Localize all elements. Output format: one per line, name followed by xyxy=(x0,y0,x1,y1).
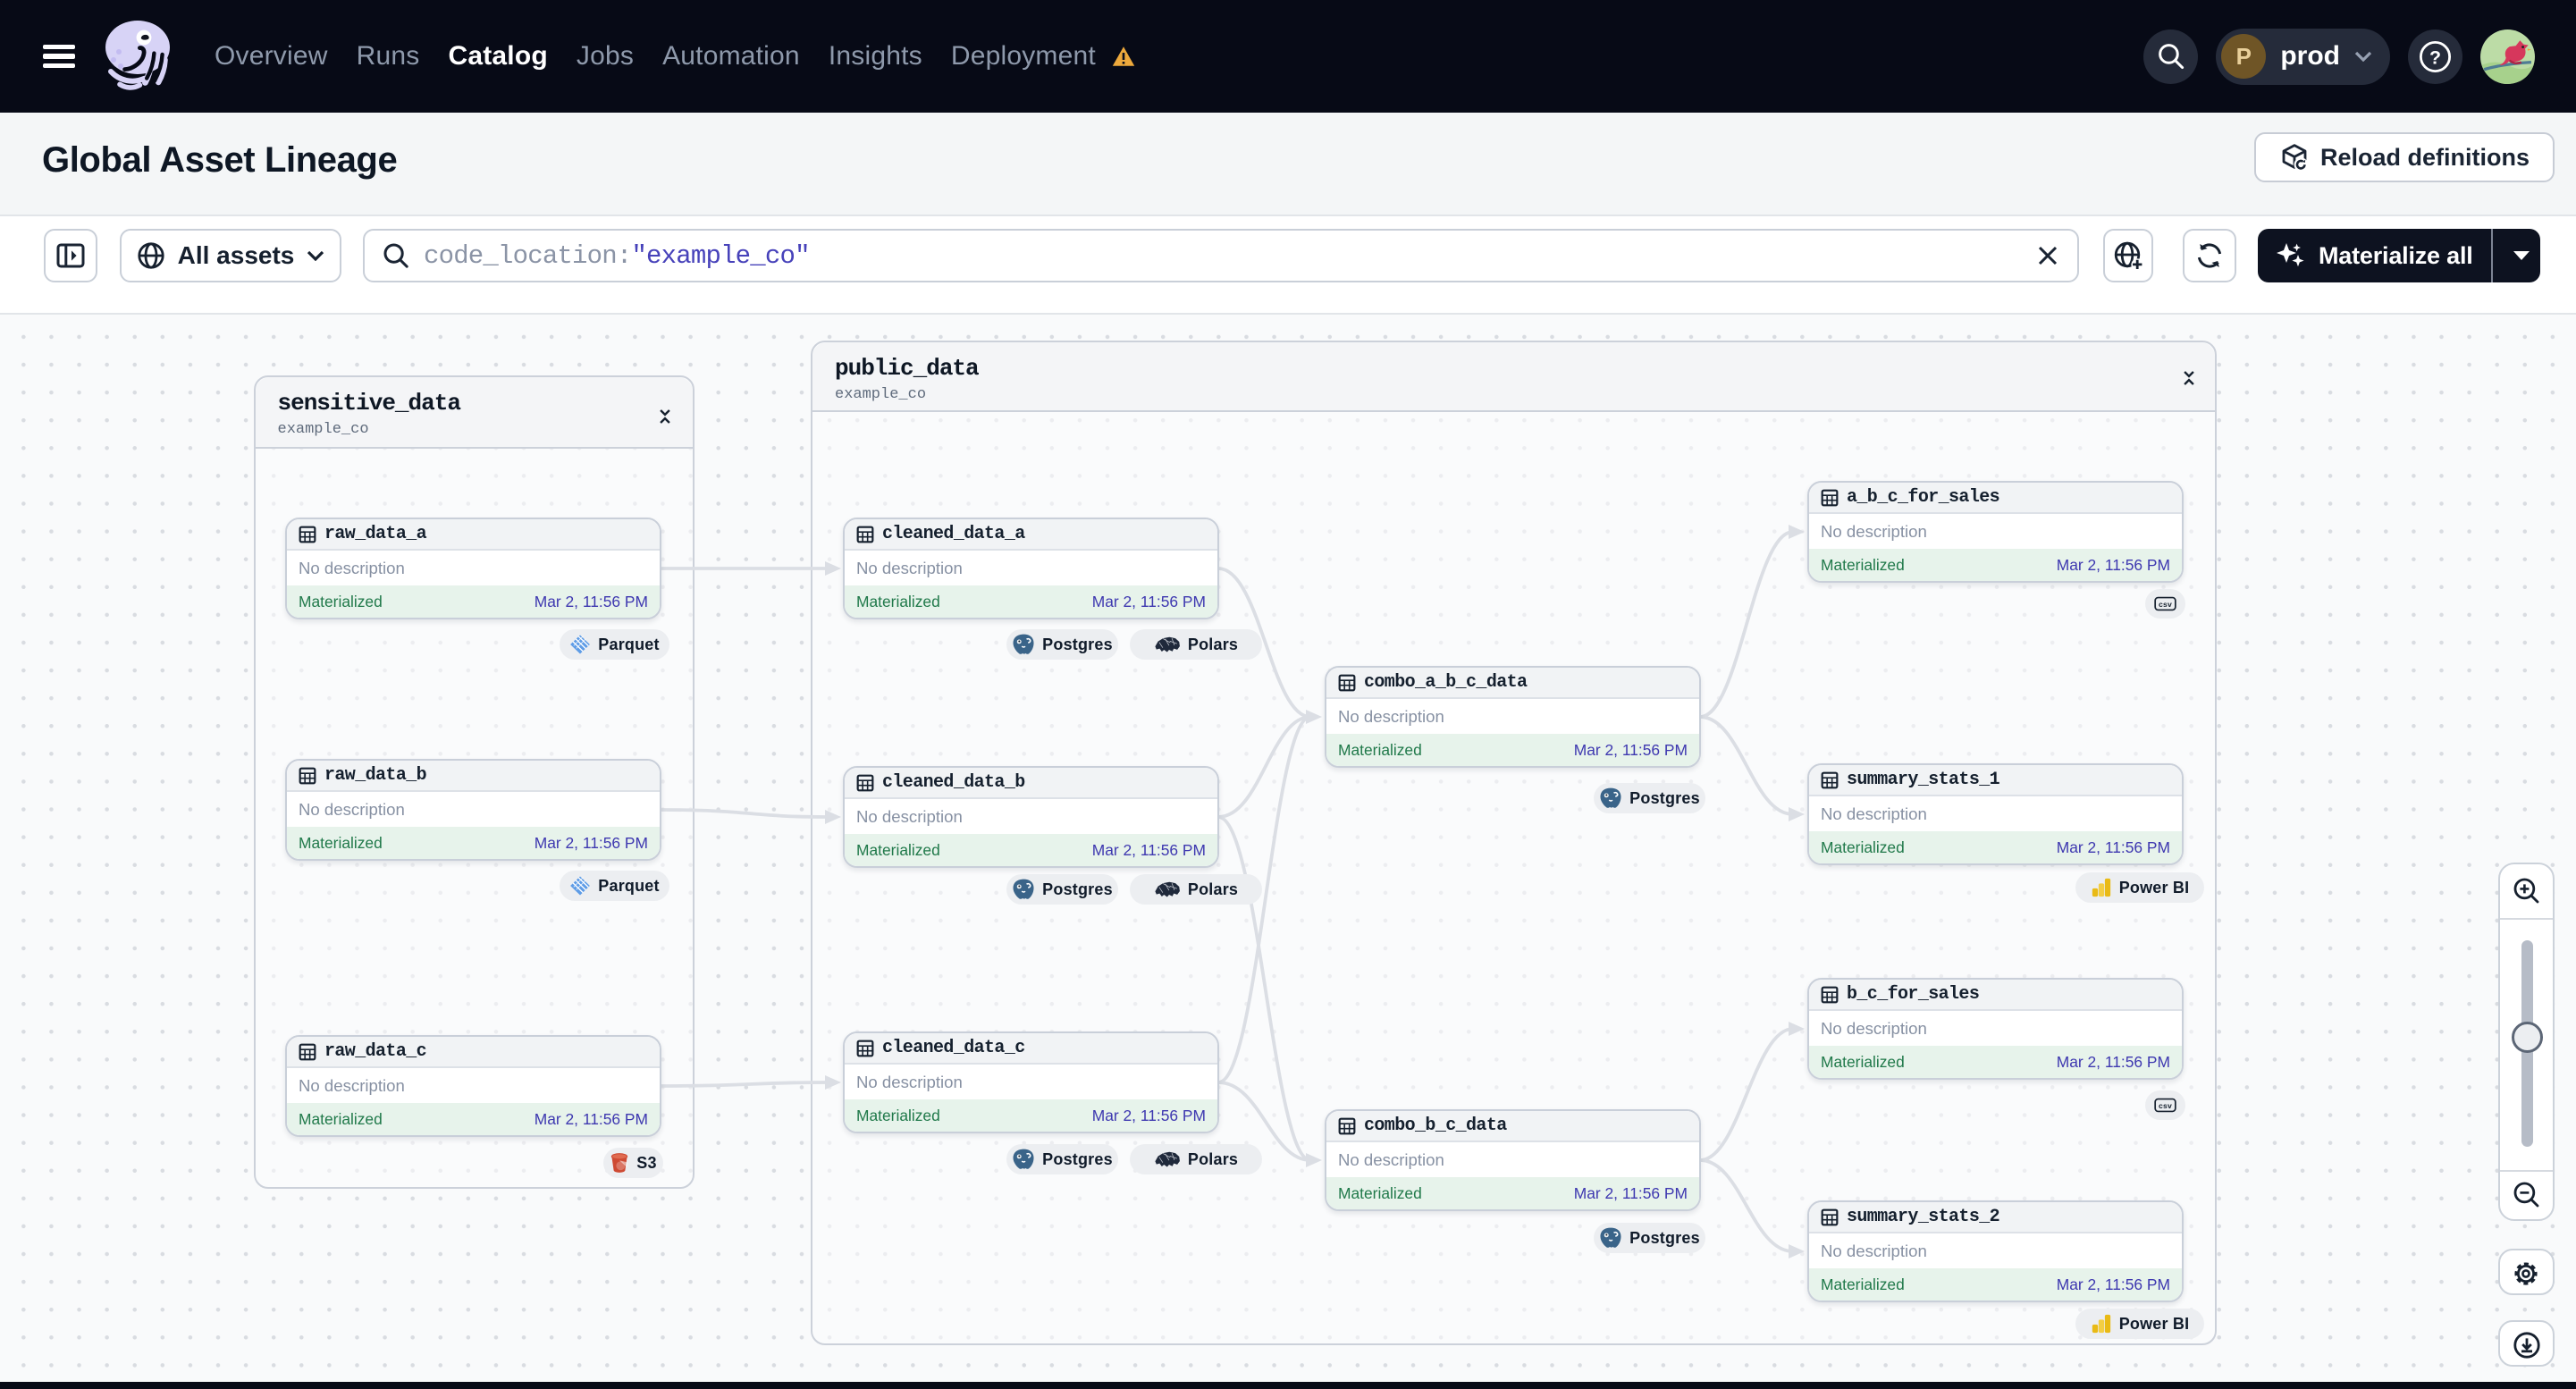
svg-text:?: ? xyxy=(2429,46,2441,68)
